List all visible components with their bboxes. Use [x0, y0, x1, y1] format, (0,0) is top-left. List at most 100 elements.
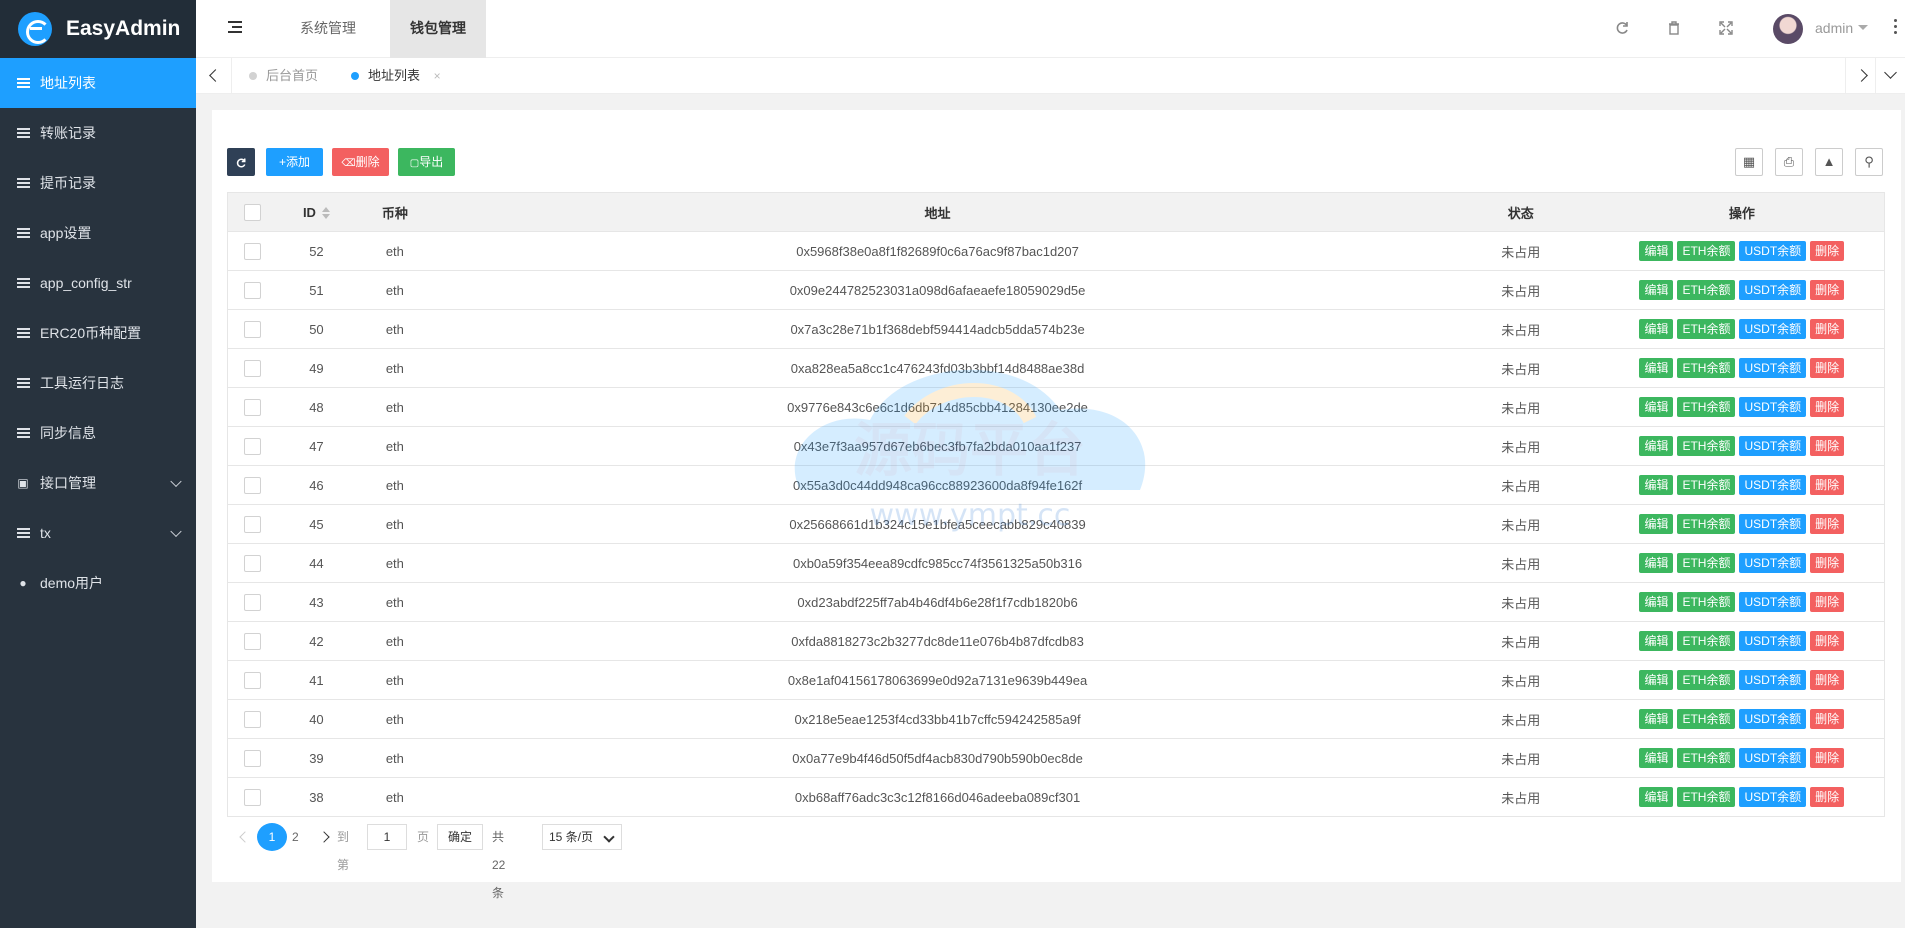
eth-balance-button[interactable]: ETH余额 — [1677, 670, 1736, 690]
edit-button[interactable]: 编辑 — [1639, 514, 1674, 534]
delete-row-button[interactable]: 删除 — [1810, 748, 1845, 768]
edit-button[interactable]: 编辑 — [1639, 397, 1674, 417]
sort-icon[interactable] — [321, 207, 330, 220]
user-name[interactable]: admin — [1815, 20, 1853, 36]
row-checkbox[interactable] — [243, 437, 261, 455]
menu-toggle-icon[interactable] — [228, 21, 242, 33]
page-1-button[interactable]: 1 — [257, 823, 287, 851]
delete-row-button[interactable]: 删除 — [1810, 709, 1845, 729]
eth-balance-button[interactable]: ETH余额 — [1677, 475, 1736, 495]
user-avatar[interactable] — [1773, 14, 1803, 44]
page-size-select[interactable]: 15 条/页 — [542, 824, 622, 850]
delete-row-button[interactable]: 删除 — [1810, 670, 1845, 690]
delete-row-button[interactable]: 删除 — [1810, 631, 1845, 651]
header-tab-system[interactable]: 系统管理 — [280, 0, 376, 58]
tab-address-list[interactable]: 地址列表 × — [334, 58, 452, 94]
row-checkbox[interactable] — [243, 320, 261, 338]
usdt-balance-button[interactable]: USDT余额 — [1739, 436, 1807, 456]
edit-button[interactable]: 编辑 — [1639, 436, 1674, 456]
chevron-down-icon[interactable] — [170, 475, 182, 488]
usdt-balance-button[interactable]: USDT余额 — [1739, 670, 1807, 690]
row-checkbox[interactable] — [243, 476, 261, 494]
page-2-button[interactable]: 2 — [292, 823, 299, 851]
sidebar-item-6[interactable]: 工具运行日志 — [0, 358, 196, 408]
print-icon[interactable]: ⎙ — [1775, 148, 1803, 176]
usdt-balance-button[interactable]: USDT余额 — [1739, 787, 1807, 807]
edit-button[interactable]: 编辑 — [1639, 358, 1674, 378]
usdt-balance-button[interactable]: USDT余额 — [1739, 280, 1807, 300]
sidebar-item-7[interactable]: 同步信息 — [0, 408, 196, 458]
usdt-balance-button[interactable]: USDT余额 — [1739, 475, 1807, 495]
eth-balance-button[interactable]: ETH余额 — [1677, 514, 1736, 534]
select-all-checkbox[interactable] — [243, 203, 261, 221]
refresh-icon[interactable] — [1614, 20, 1630, 36]
edit-button[interactable]: 编辑 — [1639, 709, 1674, 729]
row-checkbox[interactable] — [243, 632, 261, 650]
eth-balance-button[interactable]: ETH余额 — [1677, 709, 1736, 729]
header-tab-wallet[interactable]: 钱包管理 — [390, 0, 486, 58]
usdt-balance-button[interactable]: USDT余额 — [1739, 319, 1807, 339]
columns-grid-icon[interactable]: ▦ — [1735, 148, 1763, 176]
delete-row-button[interactable]: 删除 — [1810, 436, 1845, 456]
eth-balance-button[interactable]: ETH余额 — [1677, 748, 1736, 768]
close-icon[interactable]: × — [434, 69, 441, 83]
edit-button[interactable]: 编辑 — [1639, 553, 1674, 573]
eth-balance-button[interactable]: ETH余额 — [1677, 631, 1736, 651]
delete-row-button[interactable]: 删除 — [1810, 514, 1845, 534]
usdt-balance-button[interactable]: USDT余额 — [1739, 397, 1807, 417]
eth-balance-button[interactable]: ETH余额 — [1677, 241, 1736, 261]
edit-button[interactable]: 编辑 — [1639, 475, 1674, 495]
sidebar-item-10[interactable]: ● demo用户 — [0, 558, 196, 608]
edit-button[interactable]: 编辑 — [1639, 592, 1674, 612]
fullscreen-icon[interactable] — [1718, 20, 1734, 36]
eth-balance-button[interactable]: ETH余额 — [1677, 358, 1736, 378]
confirm-button[interactable]: 确定 — [437, 824, 483, 850]
row-checkbox[interactable] — [243, 515, 261, 533]
eth-balance-button[interactable]: ETH余额 — [1677, 553, 1736, 573]
tabs-scroll-left-icon[interactable] — [196, 58, 232, 94]
sidebar-item-0[interactable]: 地址列表 — [0, 58, 196, 108]
header-id[interactable]: ID — [276, 192, 357, 232]
edit-button[interactable]: 编辑 — [1639, 280, 1674, 300]
row-checkbox[interactable] — [243, 710, 261, 728]
usdt-balance-button[interactable]: USDT余额 — [1739, 631, 1807, 651]
delete-row-button[interactable]: 删除 — [1810, 475, 1845, 495]
more-vertical-icon[interactable] — [1894, 19, 1897, 34]
delete-row-button[interactable]: 删除 — [1810, 553, 1845, 573]
row-checkbox[interactable] — [243, 554, 261, 572]
delete-row-button[interactable]: 删除 — [1810, 241, 1845, 261]
prev-page-icon[interactable] — [237, 823, 251, 851]
delete-row-button[interactable]: 删除 — [1810, 319, 1845, 339]
sidebar-item-9[interactable]: tx — [0, 508, 196, 558]
usdt-balance-button[interactable]: USDT余额 — [1739, 709, 1807, 729]
logo[interactable]: EasyAdmin — [0, 0, 196, 58]
sidebar-item-1[interactable]: 转账记录 — [0, 108, 196, 158]
sidebar-item-4[interactable]: app_config_str — [0, 258, 196, 308]
delete-row-button[interactable]: 删除 — [1810, 280, 1845, 300]
row-checkbox[interactable] — [243, 788, 261, 806]
usdt-balance-button[interactable]: USDT余额 — [1739, 553, 1807, 573]
sidebar-item-3[interactable]: app设置 — [0, 208, 196, 258]
export-table-icon[interactable]: ▲ — [1815, 148, 1843, 176]
edit-button[interactable]: 编辑 — [1639, 748, 1674, 768]
refresh-button[interactable] — [227, 148, 255, 176]
delete-button[interactable]: ⌫删除 — [332, 148, 389, 176]
row-checkbox[interactable] — [243, 359, 261, 377]
row-checkbox[interactable] — [243, 242, 261, 260]
row-checkbox[interactable] — [243, 398, 261, 416]
trash-icon[interactable] — [1666, 20, 1682, 36]
search-icon[interactable]: ⚲ — [1855, 148, 1883, 176]
add-button[interactable]: +添加 — [266, 148, 323, 176]
usdt-balance-button[interactable]: USDT余额 — [1739, 358, 1807, 378]
sidebar-item-8[interactable]: ▣ 接口管理 — [0, 458, 196, 508]
row-checkbox[interactable] — [243, 281, 261, 299]
eth-balance-button[interactable]: ETH余额 — [1677, 787, 1736, 807]
delete-row-button[interactable]: 删除 — [1810, 787, 1845, 807]
chevron-down-icon[interactable] — [170, 525, 182, 538]
delete-row-button[interactable]: 删除 — [1810, 358, 1845, 378]
usdt-balance-button[interactable]: USDT余额 — [1739, 514, 1807, 534]
goto-page-input[interactable]: 1 — [367, 824, 407, 850]
export-button[interactable]: ▢导出 — [398, 148, 455, 176]
usdt-balance-button[interactable]: USDT余额 — [1739, 241, 1807, 261]
next-page-icon[interactable] — [319, 823, 333, 851]
